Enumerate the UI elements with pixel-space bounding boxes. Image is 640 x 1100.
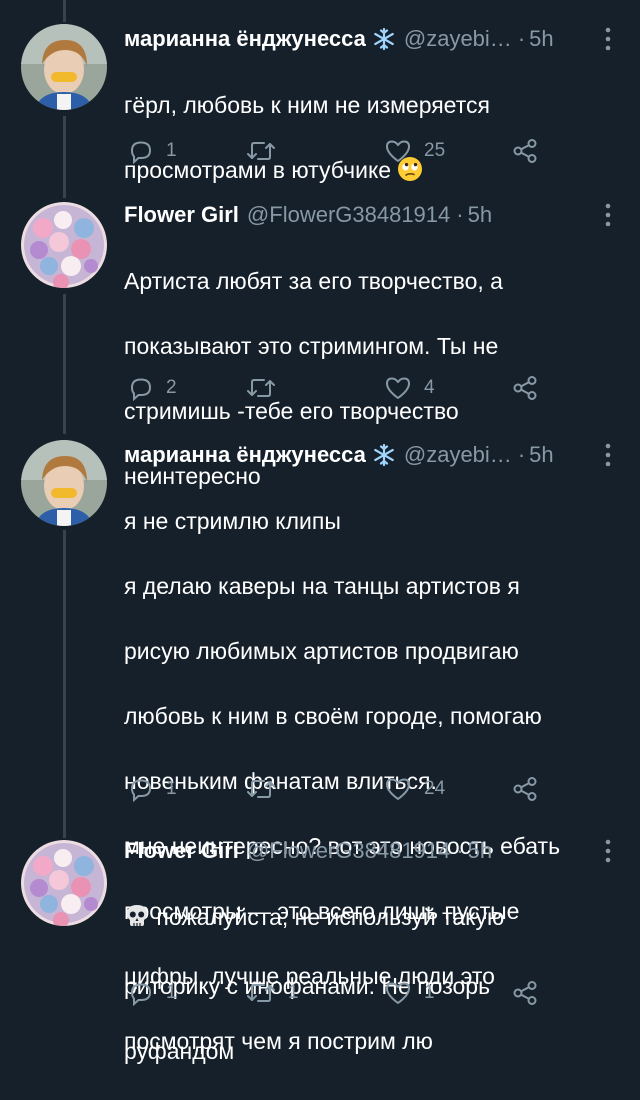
reply-button[interactable]: 1 [128,134,177,168]
like-button[interactable]: 24 [384,772,445,806]
text-line: пожалуйста, не используй такую [124,901,600,938]
retweet-button[interactable] [246,772,288,806]
text-line: рисую любимых артистов продвигаю [124,637,519,664]
reply-count: 1 [166,140,177,161]
tweet-header: марианна ёнджунесса @zayebi… · 5h [124,440,600,470]
like-count: 24 [424,778,446,799]
reply-button[interactable]: 1 [128,976,177,1010]
like-count: 1 [424,982,435,1003]
avatar[interactable] [21,202,107,288]
display-name[interactable]: марианна ёнджунесса [124,440,366,470]
retweet-icon [246,138,276,164]
display-name[interactable]: Flower Girl [124,836,239,866]
more-options-icon[interactable] [604,202,612,228]
heart-icon [384,980,412,1006]
more-options-icon[interactable] [604,838,612,864]
display-name[interactable]: Flower Girl [124,200,239,230]
reply-icon [128,776,154,802]
reply-count: 2 [166,377,177,398]
retweet-icon [246,375,276,401]
retweet-button[interactable] [246,134,288,168]
reply-count: 1 [166,982,177,1003]
tweet-header: Flower Girl @FlowerG38481914 · 5h [124,200,600,230]
reply-icon [128,375,154,401]
heart-icon [384,776,412,802]
like-button[interactable]: 25 [384,134,445,168]
share-button[interactable] [512,772,538,806]
tweet-actions: 2 4 [128,371,558,405]
text-line: гёрл, любовь к ним не измеряется [124,91,490,118]
tweet[interactable]: марианна ёнджунесса @zayebi… · 5h [0,0,640,190]
retweet-icon [246,776,276,802]
handle[interactable]: @zayebi… [404,440,512,470]
retweet-count: 1 [288,982,299,1003]
separator-dot: · [456,838,464,863]
retweet-icon [246,980,276,1006]
share-button[interactable] [512,371,538,405]
tweet-header: Flower Girl @FlowerG38481914 · 5h [124,836,600,866]
tweet[interactable]: Flower Girl @FlowerG38481914 · 5h Артист… [0,190,640,489]
heart-icon [384,375,412,401]
avatar[interactable] [21,24,107,110]
timestamp[interactable]: 5h [529,24,553,54]
snowflake-icon [372,443,396,467]
tweet[interactable]: марианна ёнджунесса @zayebi… · 5h [0,430,640,1054]
heart-icon [384,138,412,164]
like-count: 4 [424,377,435,398]
avatar[interactable] [21,840,107,926]
separator-dot: · [517,26,526,51]
retweet-button[interactable] [246,371,288,405]
more-options-icon[interactable] [604,442,612,468]
handle[interactable]: @FlowerG38481914 [247,836,450,866]
share-button[interactable] [512,976,538,1010]
reply-icon [128,980,154,1006]
snowflake-icon [372,27,396,51]
handle[interactable]: @FlowerG38481914 [247,200,450,230]
avatar[interactable] [21,440,107,526]
retweet-button[interactable]: 1 [246,976,299,1010]
tweet-actions: 1 25 [128,134,558,168]
timestamp[interactable]: 5h [468,836,492,866]
text-line: показывают это стримингом. Ты не [124,332,499,359]
reply-button[interactable]: 2 [128,371,177,405]
reply-count: 1 [166,778,177,799]
tweet-header: марианна ёнджунесса @zayebi… · 5h [124,24,600,54]
text-line: Артиста любят за его творчество, а [124,267,503,294]
share-button[interactable] [512,134,538,168]
text-line: любовь к ним в своём городе, помогаю [124,702,542,729]
reply-icon [128,138,154,164]
text-line: руфандом [124,1037,235,1064]
more-options-icon[interactable] [604,26,612,52]
skull-emoji [124,903,150,938]
tweet-actions: 1 24 [128,772,558,806]
text-line: я делаю каверы на танцы артистов я [124,572,520,599]
like-count: 25 [424,140,446,161]
share-icon [512,980,538,1006]
share-icon [512,138,538,164]
handle[interactable]: @zayebi… [404,24,512,54]
reply-button[interactable]: 1 [128,772,177,806]
separator-dot: · [456,202,464,227]
display-name[interactable]: марианна ёнджунесса [124,24,366,54]
text-line: я не стримлю клипы [124,507,341,534]
share-icon [512,776,538,802]
like-button[interactable]: 1 [384,976,435,1010]
share-icon [512,375,538,401]
like-button[interactable]: 4 [384,371,435,405]
tweet[interactable]: Flower Girl @FlowerG38481914 · 5h пожалу… [0,830,640,1064]
tweet-actions: 1 1 1 [128,976,558,1010]
timestamp[interactable]: 5h [468,200,492,230]
timestamp[interactable]: 5h [529,440,553,470]
separator-dot: · [517,442,526,467]
